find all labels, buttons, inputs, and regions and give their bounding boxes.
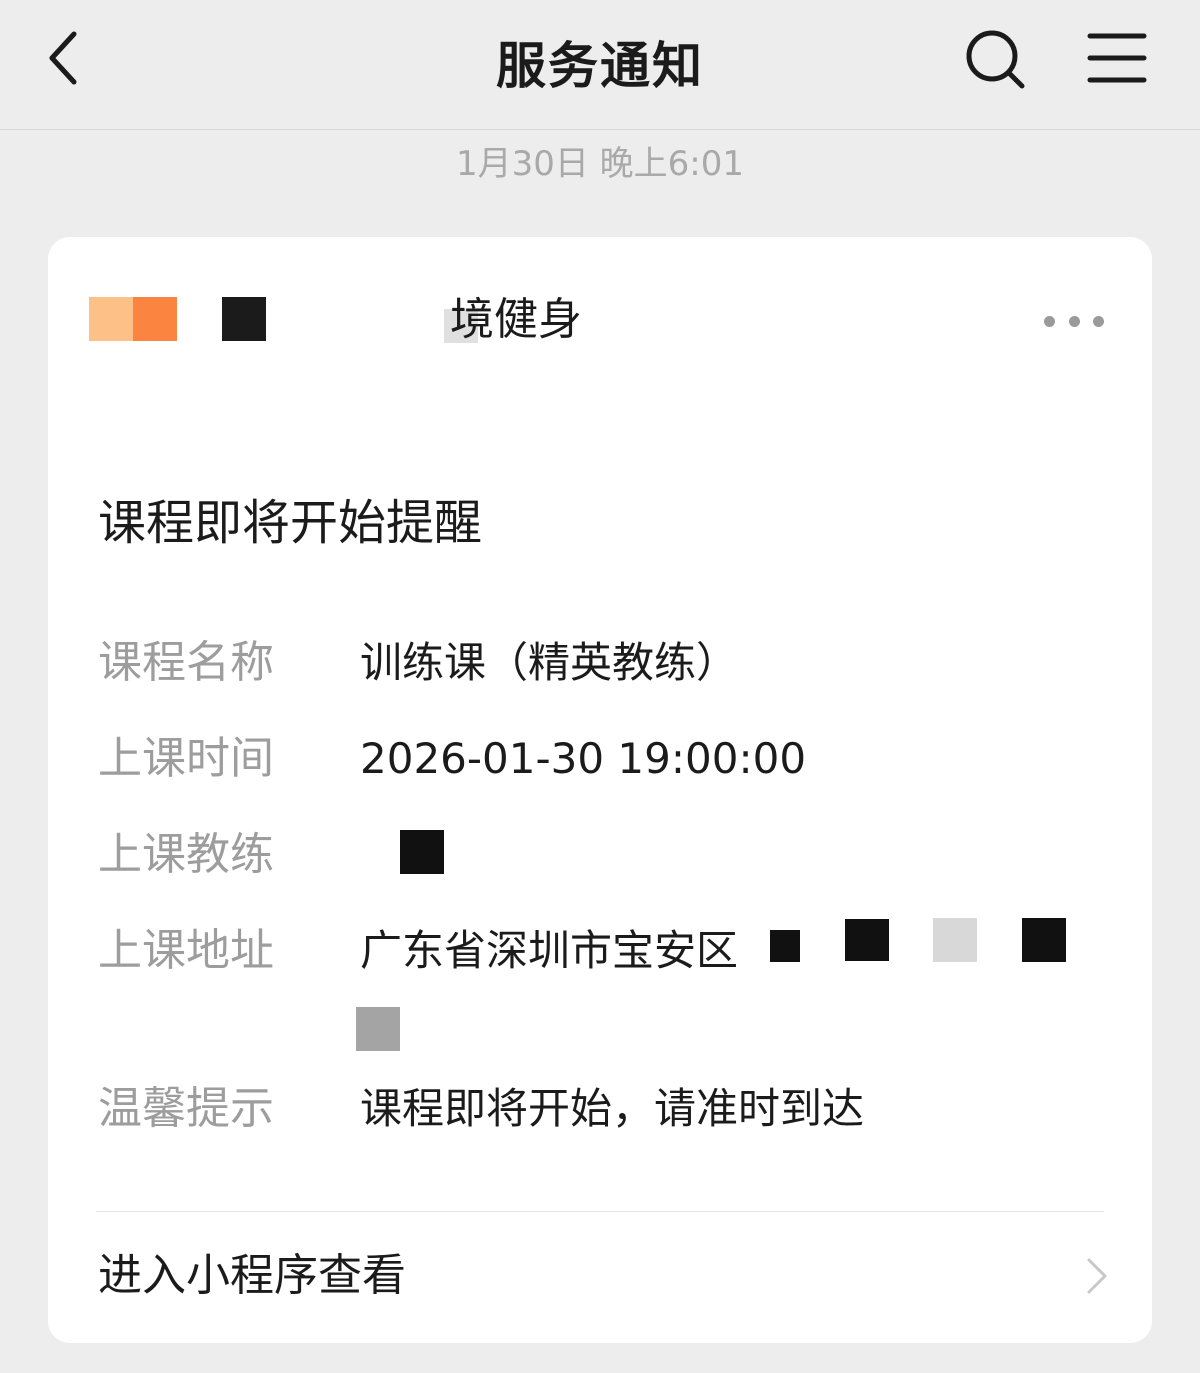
- message-timestamp: 1月30日 晚上6:01: [455, 144, 745, 184]
- redacted-block: [1022, 918, 1066, 962]
- redacted-block: [222, 297, 266, 341]
- redacted-block: [770, 930, 800, 962]
- brand-logo: [89, 297, 177, 341]
- top-nav-bar: 服务通知: [0, 0, 1200, 130]
- field-value-tip: 课程即将开始，请准时到达: [360, 1084, 865, 1133]
- field-label-course-name: 课程名称: [98, 637, 274, 688]
- brand-name: 境健身: [450, 294, 582, 345]
- field-label-coach: 上课教练: [98, 829, 274, 880]
- notice-title: 课程即将开始提醒: [98, 495, 483, 551]
- notification-card: 境健身 课程即将开始提醒 课程名称 训练课（精英教练） 上课时间 2026-01…: [48, 237, 1152, 1343]
- redacted-block: [845, 919, 889, 961]
- field-value-class-time: 2026-01-30 19:00:00: [360, 734, 807, 783]
- redacted-block: [933, 918, 977, 962]
- more-dots-icon[interactable]: [1044, 311, 1104, 331]
- field-label-address: 上课地址: [98, 925, 274, 976]
- open-mini-program-label: 进入小程序查看: [98, 1250, 406, 1301]
- redacted-block: [356, 1007, 400, 1051]
- field-label-class-time: 上课时间: [98, 733, 274, 784]
- open-mini-program-link[interactable]: 进入小程序查看: [48, 1212, 1152, 1343]
- chevron-right-icon: [1087, 1258, 1107, 1294]
- brand-row[interactable]: 境健身: [48, 237, 1152, 403]
- hamburger-menu-icon[interactable]: [1086, 30, 1148, 86]
- redacted-block: [400, 830, 444, 874]
- field-label-tip: 温馨提示: [98, 1083, 274, 1134]
- field-value-address: 广东省深圳市宝安区: [360, 926, 739, 975]
- field-value-course-name: 训练课（精英教练）: [360, 638, 739, 687]
- search-icon[interactable]: [962, 26, 1030, 94]
